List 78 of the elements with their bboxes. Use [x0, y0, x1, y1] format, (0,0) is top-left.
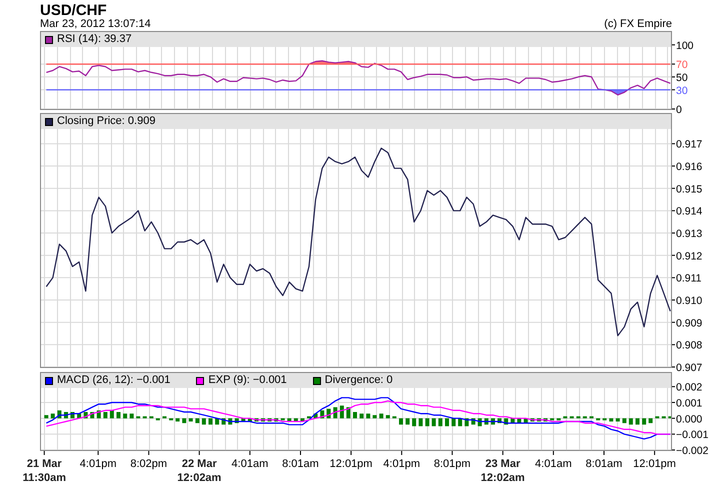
axis-label: 30: [676, 84, 688, 97]
legend-swatch: [312, 376, 321, 384]
axis-label: 0.914: [676, 206, 702, 218]
legend-label: Divergence: 0: [324, 374, 393, 387]
timestamp: Mar 23, 2012 13:07:14: [40, 18, 151, 30]
axis-label: 12:01pm: [633, 458, 676, 470]
tick-mark: [672, 143, 676, 144]
tick-mark: [401, 450, 402, 456]
tick-mark: [672, 188, 676, 189]
tick-mark: [672, 322, 676, 323]
axis-label: 70: [676, 59, 688, 72]
axis-label: 0.000: [676, 413, 702, 426]
tick-mark: [672, 402, 676, 403]
tick-mark: [672, 108, 676, 110]
axis-label: 0.917: [676, 138, 702, 151]
tick-mark: [672, 89, 676, 90]
legend-swatch: [45, 118, 53, 126]
axis-label: 23 Mar 12:02am: [480, 458, 525, 484]
axis-label: 50: [676, 72, 688, 84]
tick-mark: [672, 277, 676, 278]
tick-mark: [198, 450, 200, 456]
tick-mark: [502, 450, 504, 456]
axis-label: 0: [676, 104, 682, 116]
axis-label: 0.002: [676, 382, 702, 394]
tick-mark: [44, 450, 45, 456]
axis-label: 0.915: [676, 183, 702, 196]
tick-mark: [672, 254, 676, 256]
axis-label: 4:01pm: [383, 458, 420, 470]
tick-mark: [672, 344, 676, 346]
chart-title: USD/CHF: [40, 4, 107, 18]
axis-label: −0.001: [676, 429, 708, 442]
tick-mark: [672, 232, 676, 234]
tick-mark: [148, 450, 150, 456]
tick-mark: [672, 166, 676, 167]
legend-label: RSI (14): 39.37: [57, 33, 132, 46]
tick-mark: [672, 434, 676, 435]
axis-label: 22 Mar 12:02am: [177, 458, 222, 484]
tick-mark: [98, 450, 99, 456]
legend-swatch: [45, 376, 53, 384]
axis-label: 4:01pm: [80, 458, 116, 470]
axis-label: 12:01pm: [330, 458, 372, 470]
axis-label: 0.907: [676, 362, 702, 374]
tick-mark: [672, 44, 676, 46]
tick-mark: [672, 64, 676, 65]
axis-label: 21 Mar 11:30am: [22, 458, 66, 484]
axis-label: 0.908: [676, 340, 702, 352]
tick-mark: [249, 450, 250, 456]
tick-mark: [300, 450, 301, 456]
tick-mark: [552, 450, 554, 456]
tick-mark: [672, 210, 676, 212]
axis-label: 8:01am: [282, 458, 319, 470]
tick-mark: [672, 76, 676, 78]
legend-swatch: [45, 36, 53, 44]
legend-label: MACD (26, 12): −0.001: [57, 374, 170, 387]
tick-mark: [350, 450, 352, 456]
axis-label: 0.916: [676, 161, 702, 174]
axis-label: 4:01am: [232, 458, 268, 470]
axis-label: 0.001: [676, 397, 702, 410]
tick-mark: [672, 366, 676, 368]
tick-mark: [672, 418, 676, 419]
axis-label: 0.912: [676, 250, 702, 262]
legend-label: EXP (9): −0.001: [208, 374, 287, 387]
tick-mark: [654, 450, 656, 456]
tick-mark: [452, 450, 453, 456]
axis-label: 8:01pm: [434, 458, 471, 470]
axis-label: −0.002: [676, 445, 708, 457]
axis-label: 0.910: [676, 295, 702, 307]
axis-label: 0.911: [676, 272, 702, 285]
axis-label: 4:01am: [535, 458, 572, 470]
axis-label: 0.913: [676, 228, 702, 240]
legend-swatch: [196, 376, 204, 384]
axis-label: 0.909: [676, 317, 702, 330]
axis-label: 8:01am: [586, 458, 622, 470]
axis-label: 100: [676, 40, 694, 52]
tick-mark: [672, 386, 676, 388]
axis-label: 8:02pm: [130, 458, 168, 470]
credit-text: (c) FX Empire: [604, 18, 672, 30]
legend-label: Closing Price: 0.909: [57, 115, 156, 128]
